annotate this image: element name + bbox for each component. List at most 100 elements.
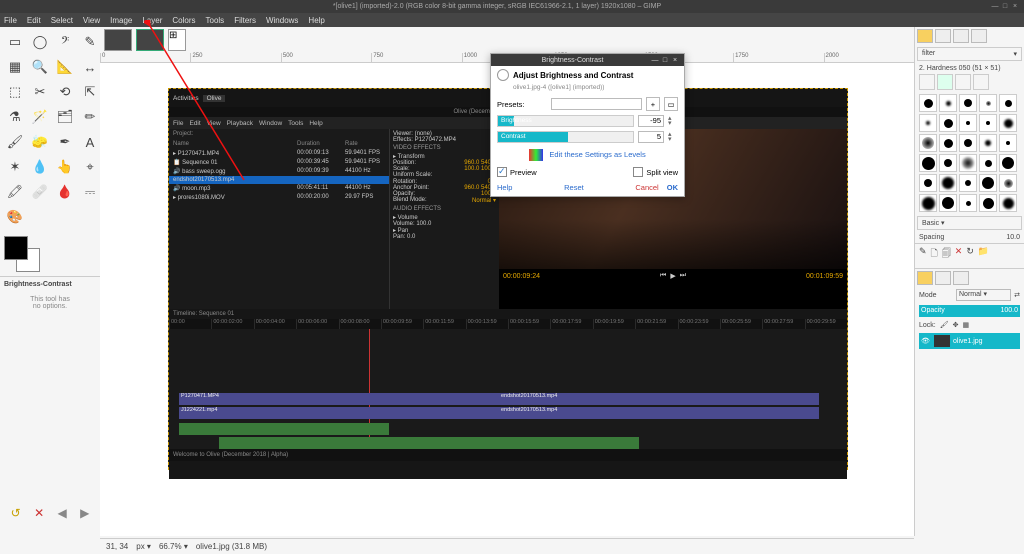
dialog-minimize-button[interactable]: — [650, 57, 660, 64]
prev-icon[interactable]: ◀ [57, 506, 66, 520]
layers-tab[interactable] [917, 271, 933, 285]
brush-preset[interactable] [939, 134, 957, 152]
brightness-spinner[interactable]: ▴▾ [668, 116, 678, 126]
brightness-value[interactable]: -95 [638, 115, 664, 127]
tool-10[interactable]: ⟲ [54, 81, 76, 103]
brush-filter-dropdown[interactable]: filter▾ [917, 47, 1022, 61]
delete-icon[interactable]: ✕ [34, 506, 44, 520]
lock-position-icon[interactable]: ✥ [953, 321, 959, 329]
brush-preset[interactable] [999, 154, 1017, 172]
tool-20[interactable]: ✶ [4, 156, 26, 178]
tool-26[interactable]: 🩸 [54, 181, 76, 203]
reset-button[interactable]: Reset [564, 183, 584, 192]
patterns-tab[interactable] [935, 29, 951, 43]
window-maximize-button[interactable]: □ [1000, 3, 1010, 10]
brush-preset[interactable] [999, 134, 1017, 152]
tool-23[interactable]: ⌖ [79, 156, 101, 178]
tool-13[interactable]: 🪄 [29, 106, 51, 128]
brush-group-dropdown[interactable]: Basic ▾ [917, 216, 1022, 230]
tool-5[interactable]: 🔍 [29, 56, 51, 78]
menu-help[interactable]: Help [308, 16, 324, 25]
dialog-maximize-button[interactable]: □ [660, 57, 670, 64]
brush-preset[interactable] [939, 174, 957, 192]
tool-6[interactable]: 📐 [54, 56, 76, 78]
fonts-tab[interactable] [953, 29, 969, 43]
brush-preset[interactable] [959, 174, 977, 192]
image-tab-2[interactable] [136, 29, 164, 51]
brush-preset[interactable] [939, 154, 957, 172]
brightness-slider[interactable]: Brightness [497, 115, 634, 127]
tool-17[interactable]: 🧽 [29, 131, 51, 153]
tool-19[interactable]: A [79, 131, 101, 153]
brush-preset[interactable] [959, 154, 977, 172]
menu-colors[interactable]: Colors [172, 16, 195, 25]
menu-file[interactable]: File [4, 16, 17, 25]
brush-preset[interactable] [959, 194, 977, 212]
brush-preset[interactable] [999, 174, 1017, 192]
menu-tools[interactable]: Tools [206, 16, 225, 25]
tool-2[interactable]: 𝄢 [54, 31, 76, 53]
menu-filters[interactable]: Filters [234, 16, 256, 25]
brush-open-icon[interactable]: 📁 [978, 246, 989, 262]
split-view-checkbox[interactable]: Split view [633, 167, 678, 177]
brush-preset[interactable] [919, 134, 937, 152]
brush-preset[interactable] [919, 114, 937, 132]
brush-preset[interactable] [919, 174, 937, 192]
channels-tab[interactable] [935, 271, 951, 285]
brushes-tab[interactable] [917, 29, 933, 43]
brush-preset[interactable] [959, 134, 977, 152]
tool-21[interactable]: 💧 [29, 156, 51, 178]
dialog-titlebar[interactable]: Brightness-Contrast — □ × [491, 54, 684, 66]
tool-16[interactable]: 🖌 [4, 131, 26, 153]
mode-switch-icon[interactable]: ⇄ [1014, 291, 1020, 299]
tool-0[interactable]: ▭ [4, 31, 26, 53]
tool-15[interactable]: ✏ [79, 106, 101, 128]
menu-select[interactable]: Select [51, 16, 73, 25]
tool-24[interactable]: 🖍 [4, 181, 26, 203]
tool-9[interactable]: ✂ [29, 81, 51, 103]
brush-preset[interactable] [979, 114, 997, 132]
tool-1[interactable]: ◯ [29, 31, 51, 53]
brush-preset[interactable] [999, 94, 1017, 112]
window-minimize-button[interactable]: — [990, 3, 1000, 10]
brush-preset[interactable] [939, 114, 957, 132]
tool-25[interactable]: 🩹 [29, 181, 51, 203]
brush-preset[interactable] [919, 154, 937, 172]
brush-preset[interactable] [979, 134, 997, 152]
tool-14[interactable]: 🗂 [54, 106, 76, 128]
brush-preset[interactable] [979, 154, 997, 172]
reset-icon[interactable]: ↺ [11, 506, 21, 520]
menu-image[interactable]: Image [110, 16, 132, 25]
tool-11[interactable]: ⇱ [79, 81, 101, 103]
ok-button[interactable]: OK [667, 183, 678, 192]
tool-4[interactable]: ▦ [4, 56, 26, 78]
image-tab-options[interactable]: ⊞ [168, 29, 186, 51]
spacing-value[interactable]: 10.0 [1006, 234, 1020, 241]
brush-duplicate-icon[interactable]: 🗐 [942, 246, 951, 262]
image-tab-1[interactable] [104, 29, 132, 51]
menu-layer[interactable]: Layer [142, 16, 162, 25]
brush-preset[interactable] [919, 194, 937, 212]
brush-preset[interactable] [959, 94, 977, 112]
brush-preset[interactable] [919, 94, 937, 112]
foreground-color[interactable] [4, 236, 28, 260]
mode-dropdown[interactable]: Normal ▾ [956, 289, 1011, 301]
brush-delete-icon[interactable]: ✕ [955, 246, 963, 262]
presets-dropdown[interactable] [551, 98, 642, 110]
brush-edit-icon[interactable]: ✎ [919, 246, 927, 262]
next-icon[interactable]: ▶ [80, 506, 89, 520]
tool-27[interactable]: ⎓ [79, 181, 101, 203]
presets-manage-button[interactable]: ▭ [664, 97, 678, 111]
tool-7[interactable]: ↔ [79, 56, 101, 78]
lock-alpha-icon[interactable]: ▦ [963, 321, 970, 329]
contrast-spinner[interactable]: ▴▾ [668, 132, 678, 142]
dialog-close-button[interactable]: × [670, 57, 680, 64]
paths-tab[interactable] [953, 271, 969, 285]
brush-preset[interactable] [939, 194, 957, 212]
tool-18[interactable]: ✒ [54, 131, 76, 153]
layer-visibility-icon[interactable]: 👁 [921, 337, 931, 345]
tool-3[interactable]: ✎ [79, 31, 101, 53]
status-unit-dropdown[interactable]: px ▾ [136, 542, 151, 551]
brush-refresh-icon[interactable]: ↻ [966, 246, 974, 262]
tool-22[interactable]: 👆 [54, 156, 76, 178]
